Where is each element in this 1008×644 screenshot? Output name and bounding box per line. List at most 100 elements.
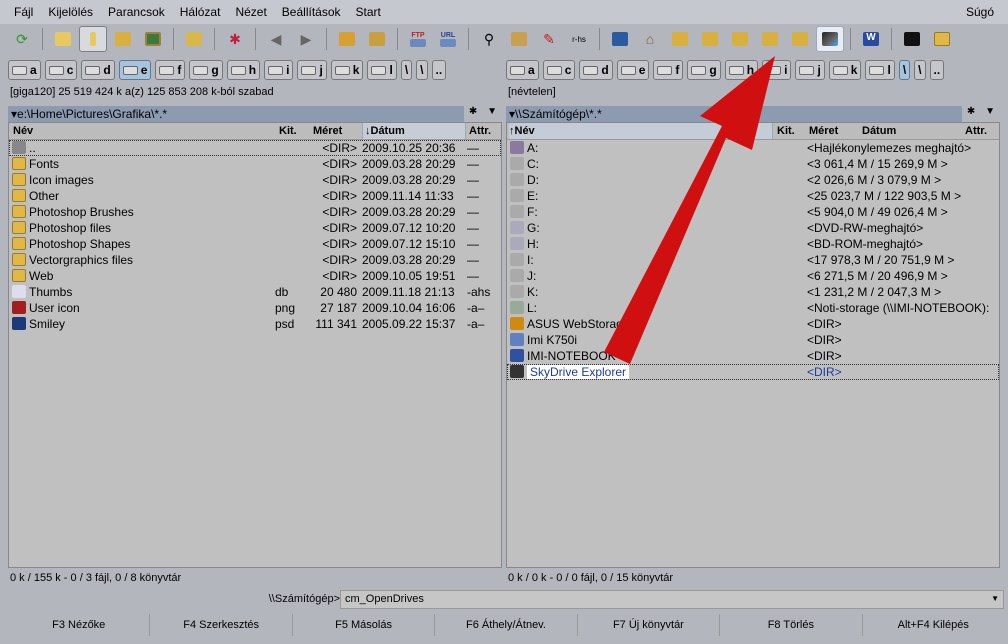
drive-button[interactable]: e <box>616 60 650 80</box>
col-attr[interactable]: Attr. <box>469 125 491 137</box>
menu-settings[interactable]: Beállítások <box>282 5 341 19</box>
back-icon[interactable]: ◀ <box>262 26 290 52</box>
command-input[interactable]: cm_OpenDrives ▼ <box>340 590 1004 609</box>
drive-button[interactable]: i <box>762 60 792 80</box>
left-file-panel[interactable]: Név Kit. Méret ↓Dátum Attr. .. <DIR> 2009.… <box>8 122 502 568</box>
col-name[interactable]: ↑Név <box>509 123 773 139</box>
full-view-icon[interactable] <box>79 26 107 52</box>
music-folder-icon[interactable] <box>726 26 754 52</box>
file-row[interactable]: F: <5 904,0 M / 49 026,4 M > <box>507 204 999 220</box>
f8-delete-button[interactable]: F8 Törlés <box>720 614 863 636</box>
word-icon[interactable]: W <box>857 26 885 52</box>
right-path-bar[interactable]: ▾ \\Számítógép\*.* ✱ ▼ <box>506 106 1000 122</box>
f3-view-button[interactable]: F3 Nézőke <box>8 614 151 636</box>
asterisk-icon[interactable]: ✱ <box>469 106 477 122</box>
dropdown-icon[interactable]: ▼ <box>487 106 497 122</box>
file-row[interactable]: Photoshop Shapes <DIR> 2009.07.12 15:10 — <box>9 236 501 252</box>
drive-button[interactable]: \ <box>400 60 413 80</box>
drive-button[interactable]: k <box>828 60 862 80</box>
clipboard-icon[interactable] <box>505 26 533 52</box>
file-row[interactable]: G: <DVD-RW-meghajtó> <box>507 220 999 236</box>
col-date[interactable]: Dátum <box>862 125 896 137</box>
drive-button[interactable]: e <box>118 60 152 80</box>
menu-commands[interactable]: Parancsok <box>108 5 165 19</box>
drive-button[interactable]: f <box>155 60 186 80</box>
contacts-folder-icon[interactable] <box>666 26 694 52</box>
command-prompt-icon[interactable] <box>898 26 926 52</box>
file-row[interactable]: Photoshop files <DIR> 2009.07.12 10:20 — <box>9 220 501 236</box>
drive-button[interactable]: .. <box>431 60 447 80</box>
left-path-bar[interactable]: ▾ e:\Home\Pictures\Grafika\*.* ✱ ▼ <box>8 106 502 122</box>
menu-start[interactable]: Start <box>356 5 381 19</box>
col-name[interactable]: Név <box>13 125 33 137</box>
skydrive-icon[interactable] <box>816 26 844 52</box>
dropdown-icon[interactable]: ▼ <box>985 106 995 122</box>
file-row[interactable]: Web <DIR> 2009.10.05 19:51 — <box>9 268 501 284</box>
drive-button[interactable]: j <box>795 60 825 80</box>
drive-button[interactable]: c <box>542 60 576 80</box>
drive-button[interactable]: d <box>81 60 115 80</box>
asterisk-icon[interactable]: ✱ <box>967 106 975 122</box>
file-row[interactable]: User icon png 27 187 2009.10.04 16:06 -a– <box>9 300 501 316</box>
drive-button[interactable]: k <box>330 60 364 80</box>
refresh-icon[interactable]: ⟳ <box>8 26 36 52</box>
file-row[interactable]: C: <3 061,4 M / 15 269,9 M > <box>507 156 999 172</box>
file-row[interactable]: SkyDrive Explorer <DIR> <box>507 364 999 380</box>
downloads-folder-icon[interactable] <box>786 26 814 52</box>
col-ext[interactable]: Kit. <box>279 125 297 137</box>
col-date[interactable]: ↓Dátum <box>362 123 466 139</box>
drive-button[interactable]: f <box>653 60 684 80</box>
multi-rename-icon[interactable]: ✎ <box>535 26 563 52</box>
folder-icon[interactable] <box>928 26 956 52</box>
select-icon[interactable]: ✱ <box>221 26 249 52</box>
file-row[interactable]: H: <BD-ROM-meghajtó> <box>507 236 999 252</box>
menu-view[interactable]: Nézet <box>235 5 266 19</box>
url-icon[interactable]: URL <box>434 26 462 52</box>
drive-button[interactable]: g <box>189 60 223 80</box>
alt-f4-exit-button[interactable]: Alt+F4 Kilépés <box>863 614 1004 636</box>
file-row[interactable]: Other <DIR> 2009.11.14 11:33 — <box>9 188 501 204</box>
file-row[interactable]: Imi K750i <DIR> <box>507 332 999 348</box>
drive-button[interactable]: i <box>264 60 294 80</box>
drive-button[interactable]: \ <box>914 60 926 80</box>
ftp-icon[interactable]: FTP <box>404 26 432 52</box>
menu-select[interactable]: Kijelölés <box>48 5 93 19</box>
drive-button[interactable]: a <box>8 60 41 80</box>
pack-icon[interactable] <box>333 26 361 52</box>
pictures-folder-icon[interactable] <box>696 26 724 52</box>
file-row[interactable]: IMI-NOTEBOOK <DIR> <box>507 348 999 364</box>
drive-button[interactable]: c <box>44 60 78 80</box>
drive-button[interactable]: .. <box>929 60 945 80</box>
search-binoculars-icon[interactable]: ⚲ <box>475 26 503 52</box>
file-row[interactable]: D: <2 026,6 M / 3 079,9 M > <box>507 172 999 188</box>
file-row[interactable]: .. <DIR> 2009.10.25 20:36 — <box>9 140 501 156</box>
file-row[interactable]: Vectorgraphics files <DIR> 2009.03.28 20:2… <box>9 252 501 268</box>
computer-icon[interactable] <box>606 26 634 52</box>
f4-edit-button[interactable]: F4 Szerkesztés <box>150 614 293 636</box>
drive-button[interactable]: \ <box>416 60 428 80</box>
file-row[interactable]: I: <17 978,3 M / 20 751,9 M > <box>507 252 999 268</box>
menu-file[interactable]: Fájl <box>14 5 33 19</box>
dropdown-icon[interactable]: ▼ <box>991 594 999 603</box>
sync-dirs-icon[interactable] <box>180 26 208 52</box>
forward-icon[interactable]: ▶ <box>292 26 320 52</box>
home-icon[interactable]: ⌂ <box>636 26 664 52</box>
col-ext[interactable]: Kit. <box>777 125 795 137</box>
drive-button[interactable]: j <box>297 60 327 80</box>
f5-copy-button[interactable]: F5 Másolás <box>293 614 436 636</box>
videos-folder-icon[interactable] <box>756 26 784 52</box>
brief-view-icon[interactable] <box>49 26 77 52</box>
file-row[interactable]: Photoshop Brushes <DIR> 2009.03.28 20:29 — <box>9 204 501 220</box>
file-row[interactable]: E: <25 023,7 M / 122 903,5 M > <box>507 188 999 204</box>
file-row[interactable]: ASUS WebStorage <DIR> <box>507 316 999 332</box>
drive-button[interactable]: g <box>687 60 721 80</box>
file-row[interactable]: A: <Hajlékonylemezes meghajtó> <box>507 140 999 156</box>
col-attr[interactable]: Attr. <box>965 125 987 137</box>
col-size[interactable]: Méret <box>313 125 342 137</box>
drive-button[interactable]: a <box>506 60 539 80</box>
unpack-icon[interactable] <box>363 26 391 52</box>
file-row[interactable]: Thumbs db 20 480 2009.11.18 21:13 -ahs <box>9 284 501 300</box>
file-row[interactable]: L: <Noti-storage (\\IMI-NOTEBOOK): <box>507 300 999 316</box>
drive-button[interactable]: l <box>865 60 895 80</box>
drive-button[interactable]: d <box>579 60 613 80</box>
